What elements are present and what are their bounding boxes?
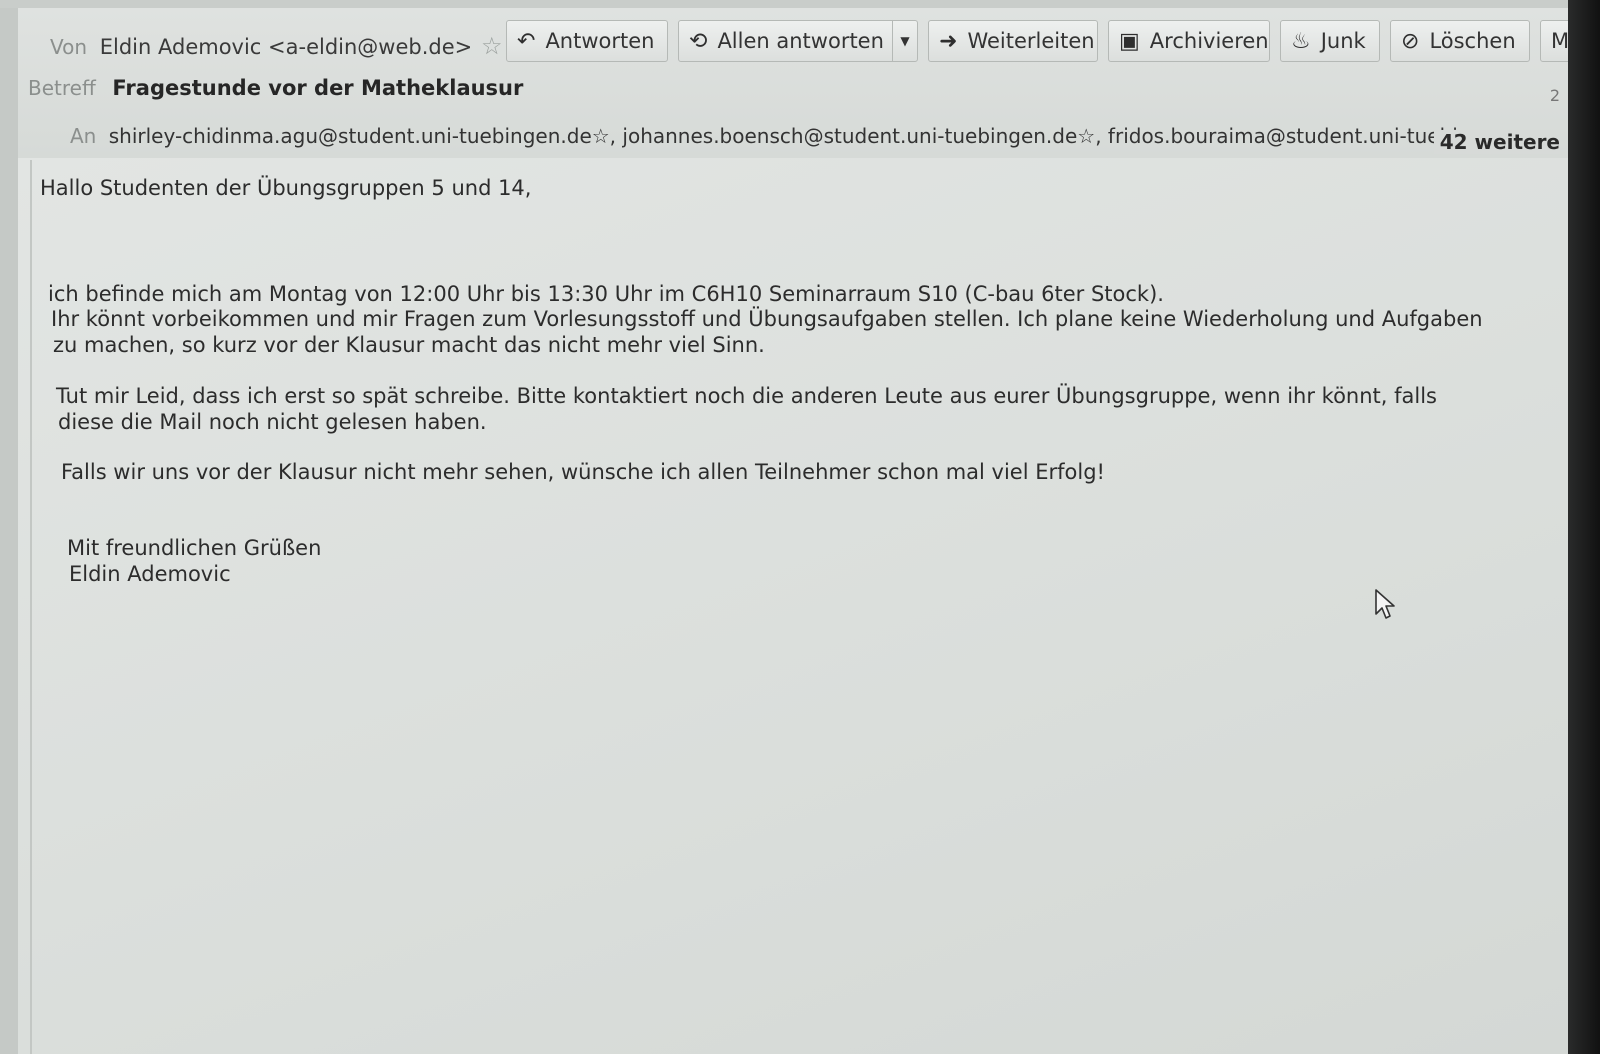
archive-label: Archivieren (1149, 29, 1269, 53)
subject-value: Fragestunde vor der Matheklausur (112, 76, 524, 100)
subject-right-value: 2 (1549, 86, 1560, 105)
subject-row: Betreff Fragestunde vor der Matheklausur (28, 76, 523, 100)
reply-all-button[interactable]: ⟲ Allen antworten ▼ (678, 20, 918, 62)
message-greeting: Hallo Studenten der Übungsgruppen 5 und … (40, 176, 532, 200)
to-row: An shirley-chidinma.agu@student.uni-tueb… (70, 124, 1560, 148)
junk-button[interactable]: ♨ Junk (1280, 20, 1380, 62)
forward-arrow-icon: ➜ (939, 28, 958, 54)
more-button[interactable]: Me (1540, 20, 1568, 62)
junk-flame-icon: ♨ (1291, 28, 1311, 54)
message-signature: Eldin Ademovic (69, 562, 231, 586)
message-closing: Mit freundlichen Grüßen (67, 536, 322, 560)
delete-label: Löschen (1429, 29, 1516, 53)
email-window: Von Eldin Ademovic <a-eldin@web.de> ☆ ↶ … (0, 0, 1568, 1054)
from-label: Von (50, 35, 88, 59)
reply-label: Antworten (545, 29, 655, 53)
mouse-pointer-icon (1375, 589, 1395, 619)
more-label: Me (1551, 29, 1568, 53)
subject-label: Betreff (28, 76, 96, 100)
delete-icon: ⊘ (1401, 28, 1420, 54)
message-line: zu machen, so kurz vor der Klausur macht… (53, 333, 765, 357)
chevron-down-icon[interactable]: ▼ (891, 20, 917, 62)
archive-box-icon: ▣ (1119, 28, 1140, 54)
reply-all-label: Allen antworten (717, 29, 884, 53)
body-left-border (30, 160, 32, 1054)
message-header: Von Eldin Ademovic <a-eldin@web.de> ☆ ↶ … (18, 8, 1568, 159)
forward-button[interactable]: ➜ Weiterleiten (928, 20, 1098, 62)
reply-all-icon: ⟲ (689, 28, 708, 54)
forward-label: Weiterleiten (967, 29, 1095, 53)
message-line: Ihr könnt vorbeikommen und mir Fragen zu… (51, 307, 1483, 331)
to-label: An (70, 124, 97, 148)
from-row: Von Eldin Ademovic <a-eldin@web.de> ☆ (50, 32, 502, 60)
monitor-bezel (1568, 0, 1600, 1054)
message-line: diese die Mail noch nicht gelesen haben. (58, 410, 487, 434)
archive-button[interactable]: ▣ Archivieren (1108, 20, 1270, 62)
junk-label: Junk (1320, 29, 1366, 53)
from-sender[interactable]: Eldin Ademovic <a-eldin@web.de> (100, 35, 473, 59)
message-line: Tut mir Leid, dass ich erst so spät schr… (56, 384, 1437, 408)
star-icon[interactable]: ☆ (481, 32, 503, 60)
reply-icon: ↶ (517, 28, 536, 54)
delete-button[interactable]: ⊘ Löschen (1390, 20, 1530, 62)
message-line: Falls wir uns vor der Klausur nicht mehr… (61, 460, 1105, 484)
to-recipients[interactable]: shirley-chidinma.agu@student.uni-tuebing… (109, 124, 1458, 148)
window-top-strip (0, 0, 1568, 8)
window-left-edge (0, 8, 18, 1054)
message-line: ich befinde mich am Montag von 12:00 Uhr… (48, 282, 1164, 306)
more-recipients-link[interactable]: 42 weitere (1433, 130, 1560, 154)
reply-button[interactable]: ↶ Antworten (506, 20, 668, 62)
